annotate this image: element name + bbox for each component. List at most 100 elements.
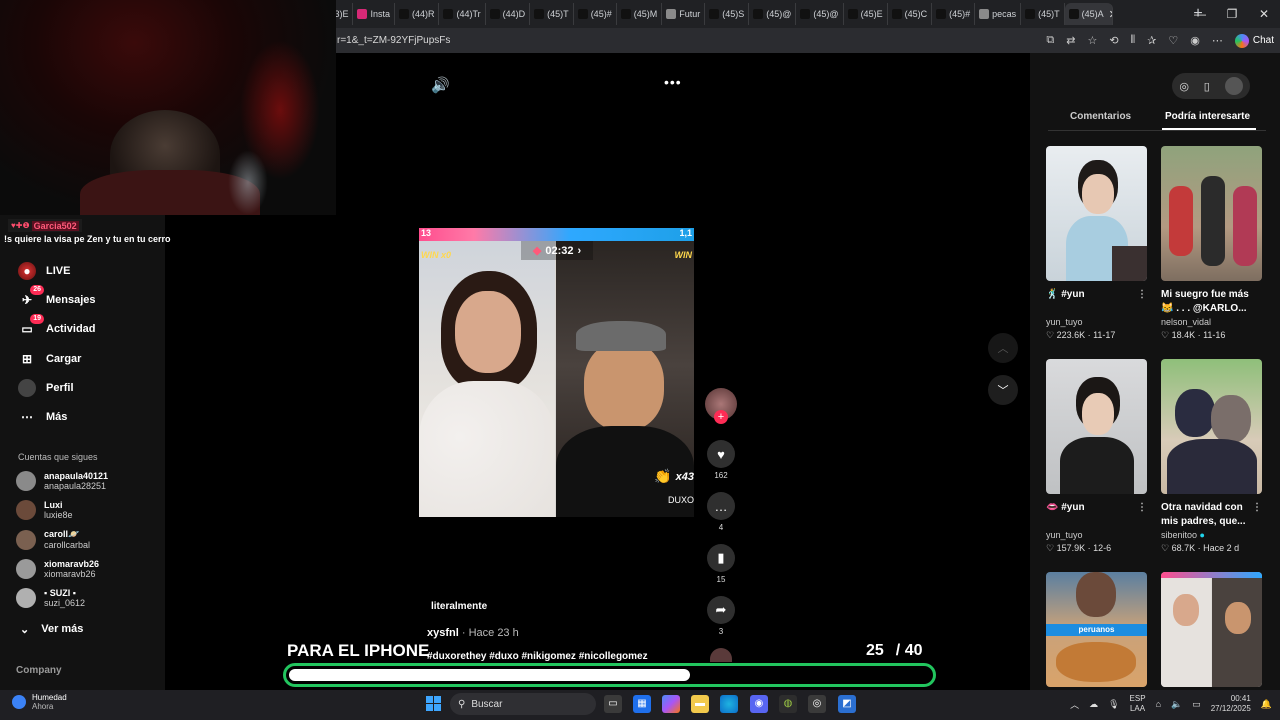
microphone-icon[interactable]: 🎙 — [1108, 699, 1119, 710]
url-field[interactable]: r=1&_t=ZM-92YFjPupsFs — [335, 35, 1035, 46]
card-menu-icon[interactable]: ⋮ — [1252, 501, 1262, 515]
battery-icon[interactable]: ▭ — [1192, 699, 1201, 710]
following-item[interactable]: ▪ SUZI ▪ suzi_0612 — [16, 588, 85, 608]
search-placeholder: Buscar — [471, 698, 503, 710]
video-hashtags[interactable]: #duxorethey #duxo #nikigomez #nicollegom… — [427, 651, 648, 662]
following-handle: carollcarbal — [44, 540, 91, 550]
weather-title: Humedad — [32, 693, 67, 702]
browser-tab[interactable]: pecas — [975, 3, 1022, 25]
settings-menu-icon[interactable]: ⋯ — [1212, 34, 1223, 47]
task-view-icon[interactable]: ▭ — [604, 695, 622, 713]
following-item[interactable]: xiomaravb26 xiomaravb26 — [16, 559, 99, 579]
browser-tab[interactable]: (44)D — [486, 3, 531, 25]
browser-tab[interactable]: (44)Tr — [439, 3, 486, 25]
close-tab-icon[interactable]: ✕ — [1109, 8, 1112, 21]
notifications-icon[interactable]: 🔔 — [1261, 699, 1272, 710]
like-action[interactable]: ♥ 162 — [705, 440, 737, 480]
next-video-button[interactable]: ﹀ — [988, 375, 1018, 405]
app-icon[interactable]: ◍ — [779, 695, 797, 713]
browser-tab[interactable]: (45)C — [888, 3, 933, 25]
sidebar-item-label: Más — [46, 411, 68, 423]
browser-tab[interactable]: (45)M — [617, 3, 663, 25]
open-in-app-icon[interactable]: ⧉ — [1046, 34, 1054, 47]
browser-tab[interactable]: (45)S — [705, 3, 750, 25]
save-action[interactable]: ▮ 15 — [705, 544, 737, 584]
obs-icon[interactable]: ◎ — [808, 695, 826, 713]
split-screen-icon[interactable]: ⫴ — [1131, 34, 1136, 47]
volume-icon[interactable]: 🔊 — [431, 76, 450, 94]
volume-tray-icon[interactable]: 🔈 — [1171, 699, 1182, 710]
phone-icon[interactable]: ▯ — [1204, 80, 1210, 93]
copilot-app-icon[interactable] — [662, 695, 680, 713]
tab-comments[interactable]: Comentarios — [1070, 111, 1131, 122]
start-button[interactable] — [426, 696, 441, 711]
close-window-button[interactable]: ✕ — [1248, 7, 1280, 21]
gift-hand-icon: 👏 — [654, 468, 672, 484]
recommended-card[interactable] — [1161, 572, 1262, 687]
see-more-button[interactable]: ⌄ Ver más — [20, 623, 83, 636]
edge-icon[interactable] — [720, 695, 738, 713]
onedrive-icon[interactable]: ☁ — [1089, 699, 1098, 710]
browser-tab[interactable]: (44)R — [395, 3, 440, 25]
sidebar-item-profile[interactable]: Perfil — [18, 379, 74, 397]
recommended-card[interactable]: Otra navidad con mis padres, que... ⋮ sib… — [1161, 359, 1262, 554]
sidebar-item-activity[interactable]: ▭ 19 Actividad — [18, 314, 96, 338]
extension-icon[interactable]: ⟲ — [1109, 34, 1118, 47]
profile-avatar[interactable] — [1224, 77, 1243, 95]
more-options-icon[interactable]: ••• — [664, 74, 682, 90]
following-item[interactable]: caroll🪐 carollcarbal — [16, 529, 90, 550]
language-indicator[interactable]: ESP LAA — [1130, 694, 1146, 714]
sidebar-item-messages[interactable]: ✈ 26 Mensajes — [18, 285, 96, 309]
file-explorer-icon[interactable]: ▬ — [691, 695, 709, 713]
sidebar-item-more[interactable]: ⋯ Más — [18, 408, 67, 426]
browser-tab[interactable]: (45)@ — [796, 3, 844, 25]
browser-tab[interactable]: (45)T — [1021, 3, 1065, 25]
weather-widget[interactable]: Humedad Ahora — [12, 693, 67, 711]
show-hidden-icons-icon[interactable]: ︿ — [1070, 698, 1079, 711]
follow-plus-icon[interactable]: + — [714, 410, 728, 424]
store-icon[interactable]: ▦ — [633, 695, 651, 713]
clock-date: 27/12/2025 — [1210, 704, 1251, 713]
previous-video-button[interactable]: ︿ — [988, 333, 1018, 363]
maximize-button[interactable]: ❐ — [1216, 7, 1248, 21]
sidebar-item-upload[interactable]: ⊞ Cargar — [18, 350, 82, 368]
following-item[interactable]: anapaula40121 anapaula28251 — [16, 471, 108, 491]
browser-tab[interactable]: (45)E — [844, 3, 888, 25]
favorite-star-icon[interactable]: ☆ — [1087, 34, 1097, 47]
clock[interactable]: 00:41 27/12/2025 — [1211, 694, 1251, 714]
translate-icon[interactable]: ⇄ — [1066, 34, 1075, 47]
share-action[interactable]: ➦ 3 — [705, 596, 737, 636]
sidebar-item-live[interactable]: ● LIVE — [18, 262, 70, 280]
browser-tab[interactable]: Insta — [353, 3, 395, 25]
music-disc[interactable] — [705, 648, 737, 662]
tab-recommended[interactable]: Podría interesarte — [1165, 111, 1250, 122]
company-link[interactable]: Company — [16, 665, 62, 676]
browser-tab[interactable]: (45)# — [932, 3, 976, 25]
network-icon[interactable]: ⌂ — [1156, 699, 1161, 709]
comment-action[interactable]: … 4 — [705, 492, 737, 532]
favorites-icon[interactable]: ✰ — [1147, 34, 1156, 47]
recommended-card[interactable]: Mi suegro fue más 😹 . . . @KARLO... nels… — [1161, 146, 1262, 341]
discord-icon[interactable]: ◉ — [750, 695, 768, 713]
minimize-button[interactable]: — — [1184, 7, 1216, 21]
copilot-chat-button[interactable]: Chat — [1234, 33, 1274, 48]
browser-tab[interactable]: (45)@ — [749, 3, 797, 25]
app-icon[interactable]: ◩ — [838, 695, 856, 713]
browser-essentials-icon[interactable]: ♡ — [1168, 34, 1178, 47]
profile-icon[interactable]: ◉ — [1190, 34, 1200, 47]
card-menu-icon[interactable]: ⋮ — [1137, 501, 1147, 515]
recommended-card[interactable]: 🕺 #yun ⋮ yun_tuyo ♡ 223.6K · 11-17 — [1046, 146, 1147, 341]
card-menu-icon[interactable]: ⋮ — [1137, 288, 1147, 302]
browser-tab[interactable]: Futur — [662, 3, 706, 25]
browser-tab[interactable]: (45)T — [530, 3, 574, 25]
taskbar-search[interactable]: ⚲ Buscar — [450, 693, 596, 715]
video-player[interactable]: 13 1,1 ◆ 02:32 › WIN x0 WIN 👏 x43 DUXO — [419, 228, 694, 517]
video-author[interactable]: xysfnl · Hace 23 h — [427, 627, 519, 639]
browser-tab[interactable]: (45)# — [574, 3, 617, 25]
rotate-icon[interactable]: ◎ — [1179, 80, 1189, 93]
avatar — [16, 500, 36, 520]
recommended-card[interactable]: 👄 #yun ⋮ yun_tuyo ♡ 157.9K · 12-6 — [1046, 359, 1147, 554]
browser-tab[interactable]: (45)A ✕ — [1064, 3, 1113, 25]
following-item[interactable]: Luxi luxie8e — [16, 500, 73, 520]
recommended-card[interactable]: peruanos — [1046, 572, 1147, 687]
